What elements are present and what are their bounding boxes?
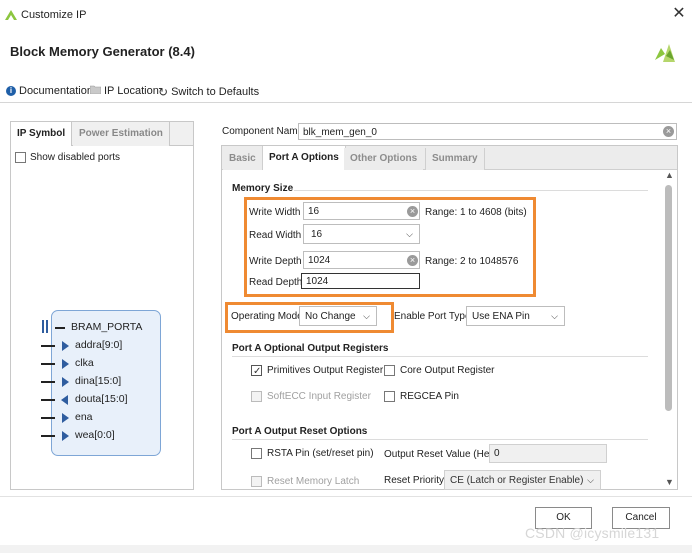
output-reset-value-label: Output Reset Value (Hex) xyxy=(384,449,498,460)
watermark-text: CSDN @icysmile131 xyxy=(525,525,660,541)
enable-port-type-select[interactable]: Use ENA Pin ⌵ xyxy=(466,306,565,326)
primitives-output-register-label: Primitives Output Register xyxy=(267,365,384,376)
bus-port-line xyxy=(55,327,65,329)
documentation-button[interactable]: i Documentation xyxy=(6,85,93,97)
switch-to-defaults-button[interactable]: ↻ Switch to Defaults xyxy=(158,85,259,99)
show-disabled-ports-checkbox[interactable] xyxy=(15,152,26,163)
regcea-pin-label: REGCEA Pin xyxy=(400,391,459,402)
show-disabled-ports-row: Show disabled ports xyxy=(15,152,120,163)
port-label: ena xyxy=(75,411,93,423)
documentation-label: Documentation xyxy=(19,85,93,97)
reset-priority-label: Reset Priority xyxy=(384,475,445,486)
memory-size-title: Memory Size xyxy=(232,183,294,194)
window-titlebar: Customize IP ✕ xyxy=(0,0,692,30)
primitives-output-register-row: Primitives Output Register xyxy=(251,365,383,376)
reset-memory-latch-checkbox xyxy=(251,476,262,487)
rsta-pin-checkbox[interactable] xyxy=(251,448,262,459)
core-output-register-label: Core Output Register xyxy=(400,365,495,376)
vivado-logo-icon xyxy=(653,40,677,67)
operating-mode-highlight xyxy=(225,302,394,333)
section-divider xyxy=(294,190,648,191)
port-label: douta[15:0] xyxy=(75,393,128,405)
bus-marker xyxy=(42,320,44,333)
switch-to-defaults-label: Switch to Defaults xyxy=(171,86,260,98)
reset-memory-latch-label: Reset Memory Latch xyxy=(267,476,360,487)
show-disabled-ports-label: Show disabled ports xyxy=(30,152,121,163)
input-arrow-icon xyxy=(62,413,69,423)
output-reset-value-input[interactable]: 0 xyxy=(489,444,607,463)
section-divider xyxy=(232,356,648,357)
port-line xyxy=(41,399,55,401)
bottom-strip xyxy=(0,545,692,553)
output-arrow-icon xyxy=(61,395,68,405)
memory-size-highlight xyxy=(244,197,536,297)
reset-priority-value: CE (Latch or Register Enable) xyxy=(450,475,583,486)
regcea-pin-checkbox[interactable] xyxy=(384,391,395,402)
regcea-pin-row: REGCEA Pin xyxy=(384,391,459,402)
info-icon: i xyxy=(6,86,16,96)
core-output-register-row: Core Output Register xyxy=(384,365,495,376)
port-line xyxy=(41,381,55,383)
input-arrow-icon xyxy=(62,341,69,351)
input-arrow-icon xyxy=(62,431,69,441)
ip-location-label: IP Location xyxy=(104,85,159,97)
port-label: clka xyxy=(75,357,94,369)
header-divider xyxy=(0,102,692,103)
folder-icon xyxy=(89,85,102,97)
port-line xyxy=(41,345,55,347)
core-output-register-checkbox[interactable] xyxy=(384,365,395,376)
input-arrow-icon xyxy=(62,359,69,369)
component-name-label: Component Name xyxy=(222,126,304,137)
vivado-app-icon xyxy=(5,9,17,24)
scrollbar-thumb[interactable] xyxy=(665,185,672,411)
port-group-label: BRAM_PORTA xyxy=(71,321,143,333)
port-label: addra[9:0] xyxy=(75,339,123,351)
enable-port-type-label: Enable Port Type xyxy=(394,311,471,322)
output-reset-options-title: Port A Output Reset Options xyxy=(232,426,368,437)
scroll-up-icon[interactable]: ▲ xyxy=(665,170,674,180)
port-line xyxy=(41,435,55,437)
scroll-down-icon[interactable]: ▼ xyxy=(665,477,674,487)
window-title: Customize IP xyxy=(21,9,87,21)
bus-marker xyxy=(46,320,48,333)
reset-memory-latch-row: Reset Memory Latch xyxy=(251,476,359,487)
primitives-output-register-checkbox[interactable] xyxy=(251,365,262,376)
port-label: dina[15:0] xyxy=(75,375,122,387)
rsta-pin-label: RSTA Pin (set/reset pin) xyxy=(267,448,374,459)
refresh-icon: ↻ xyxy=(158,85,169,99)
rsta-pin-row: RSTA Pin (set/reset pin) xyxy=(251,448,374,459)
close-icon[interactable]: ✕ xyxy=(670,4,688,24)
softecc-input-register-row: SoftECC Input Register xyxy=(251,391,371,402)
reset-priority-value-text: CE (Latch or Register Enable) xyxy=(450,475,584,486)
softecc-input-register-checkbox xyxy=(251,391,262,402)
reset-priority-select[interactable]: CE (Latch or Register Enable) ⌵ xyxy=(444,470,601,490)
tab-ip-symbol[interactable]: IP Symbol xyxy=(11,122,73,146)
chevron-down-icon: ⌵ xyxy=(551,311,558,321)
input-arrow-icon xyxy=(62,377,69,387)
chevron-down-icon: ⌵ xyxy=(587,475,594,485)
optional-output-registers-title: Port A Optional Output Registers xyxy=(232,343,389,354)
section-divider xyxy=(232,439,648,440)
page-title: Block Memory Generator (8.4) xyxy=(10,44,195,59)
component-name-value: blk_mem_gen_0 xyxy=(303,127,377,138)
port-line xyxy=(41,363,55,365)
tab-basic[interactable]: Basic xyxy=(223,148,262,170)
tab-other-options[interactable]: Other Options xyxy=(344,148,424,170)
tab-port-a-options[interactable]: Port A Options xyxy=(262,146,346,170)
ip-location-button[interactable]: IP Location xyxy=(89,85,159,97)
left-panel: IP Symbol Power Estimation Show disabled… xyxy=(10,121,194,490)
component-name-input[interactable]: blk_mem_gen_0 xyxy=(298,123,677,140)
port-label: wea[0:0] xyxy=(75,429,115,441)
output-reset-value: 0 xyxy=(494,448,500,459)
port-line xyxy=(41,417,55,419)
softecc-input-register-label: SoftECC Input Register xyxy=(267,391,371,402)
clear-icon[interactable]: × xyxy=(663,126,674,137)
enable-port-type-value: Use ENA Pin xyxy=(472,311,530,322)
tab-summary[interactable]: Summary xyxy=(425,148,485,170)
footer-divider xyxy=(0,496,692,497)
tab-power-estimation[interactable]: Power Estimation xyxy=(73,122,170,146)
